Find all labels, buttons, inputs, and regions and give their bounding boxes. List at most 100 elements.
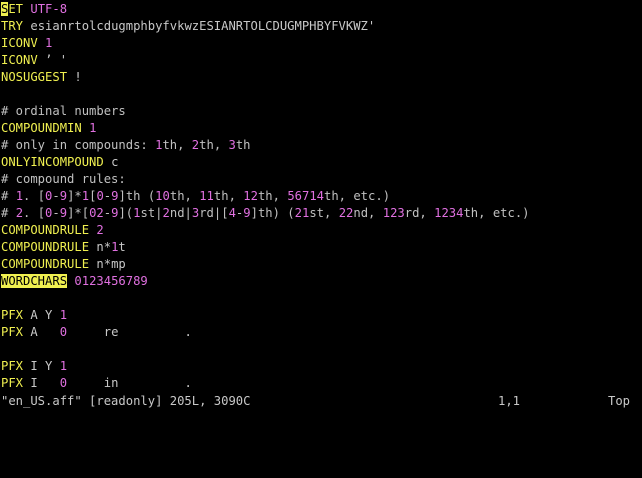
text-token: 12 xyxy=(243,189,258,203)
text-token: 02 xyxy=(89,206,104,220)
text-token: 0 xyxy=(59,376,68,390)
status-file-info: "en_US.aff" [readonly] 205L, 3090C xyxy=(1,394,251,408)
text-token: esianrtolcdugmphbyfvkwzESIANRTOLCDUGMPHB… xyxy=(23,19,376,33)
editor-line[interactable]: COMPOUNDRULE 2 xyxy=(1,222,104,239)
terminal-window[interactable]: SET UTF-8 TRY esianrtolcdugmphbyfvkwzESIA… xyxy=(0,0,642,410)
text-token: 1 xyxy=(59,308,68,322)
text-token: COMPOUNDRULE xyxy=(1,240,90,254)
text-token: t xyxy=(118,240,126,254)
text-token: 9 xyxy=(59,189,68,203)
editor-line[interactable]: SET UTF-8 xyxy=(1,1,67,18)
editor-line[interactable]: WORDCHARS 0123456789 xyxy=(1,273,148,290)
text-token: # xyxy=(1,206,16,220)
text-token: . [ xyxy=(23,189,46,203)
text-token: ONLYINCOMPOUND xyxy=(1,155,104,169)
text-token: TRY xyxy=(1,19,24,33)
text-token: 21 xyxy=(294,206,310,220)
text-token: 4 xyxy=(228,206,236,220)
text-token: ]*[ xyxy=(67,206,90,220)
text-token: 1 xyxy=(133,206,141,220)
text-token: st| xyxy=(140,206,163,220)
text-token: ]th) ( xyxy=(250,206,295,220)
text-token: COMPOUNDMIN xyxy=(1,121,82,135)
text-token: ET xyxy=(8,2,24,16)
text-token: ]th ( xyxy=(118,189,156,203)
text-token: th, etc.) xyxy=(324,189,391,203)
text-token: 1 xyxy=(45,36,53,50)
text-token: PFX xyxy=(1,376,24,390)
text-token: 1 xyxy=(15,189,24,203)
text-token: UTF-8 xyxy=(30,2,68,16)
editor-line[interactable]: COMPOUNDRULE n*mp xyxy=(1,256,126,273)
editor-line[interactable]: TRY esianrtolcdugmphbyfvkwzESIANRTOLCDUG… xyxy=(1,18,375,35)
editor-line[interactable]: NOSUGGEST ! xyxy=(1,69,82,86)
editor-line[interactable]: PFX A 0 re . xyxy=(1,324,192,341)
editor-line[interactable]: # compound rules: xyxy=(1,171,126,188)
text-token: 0123456789 xyxy=(74,274,148,288)
text-token: I xyxy=(23,376,60,390)
text-token: 9 xyxy=(59,206,68,220)
text-token: n*mp xyxy=(89,257,126,271)
text-token: in . xyxy=(67,376,192,390)
text-token: # ordinal numbers xyxy=(1,104,126,118)
text-token: c xyxy=(103,155,119,169)
text-token: PFX xyxy=(1,325,24,339)
cursor-position: 1,1 xyxy=(498,394,521,408)
editor-line[interactable]: COMPOUNDRULE n*1t xyxy=(1,239,126,256)
editor-line[interactable]: # 2. [0-9]*[02-9](1st|2nd|3rd|[4-9]th) (… xyxy=(1,205,530,222)
text-token: nd, xyxy=(353,206,383,220)
text-token: rd|[ xyxy=(199,206,229,220)
editor-line[interactable]: ICONV 1 xyxy=(1,35,52,52)
text-token: 2 xyxy=(96,223,104,237)
text-token: 9 xyxy=(243,206,251,220)
text-token: nd| xyxy=(169,206,192,220)
text-token: NOSUGGEST xyxy=(1,70,68,84)
text-token: 22 xyxy=(338,206,354,220)
editor-line[interactable]: ONLYINCOMPOUND c xyxy=(1,154,118,171)
editor-line[interactable]: # 1. [0-9]*1[0-9]th (10th, 11th, 12th, 5… xyxy=(1,188,390,205)
text-token: PFX xyxy=(1,308,24,322)
editor-line[interactable]: # only in compounds: 1th, 2th, 3th xyxy=(1,137,251,154)
text-token: ’ ' xyxy=(37,53,68,67)
text-token: ]( xyxy=(118,206,134,220)
text-token: st, xyxy=(309,206,339,220)
text-token: 0 xyxy=(59,325,68,339)
text-token: th, xyxy=(213,189,244,203)
text-token: n* xyxy=(89,240,112,254)
editor-line[interactable]: ICONV ’ ' xyxy=(1,52,67,69)
text-token: 1234 xyxy=(434,206,464,220)
text-token: - xyxy=(52,189,60,203)
editor-line[interactable]: # ordinal numbers xyxy=(1,103,126,120)
editor-line[interactable]: COMPOUNDMIN 1 xyxy=(1,120,96,137)
text-token: ]* xyxy=(67,189,82,203)
text-token: 2 xyxy=(15,206,24,220)
text-token: 1 xyxy=(81,189,90,203)
text-token: rd, xyxy=(404,206,435,220)
text-token: 1 xyxy=(89,121,97,135)
editor-line[interactable]: PFX I Y 1 xyxy=(1,358,67,375)
text-token: th, xyxy=(169,189,200,203)
text-token: 2 xyxy=(162,206,170,220)
text-token: 10 xyxy=(155,189,170,203)
status-line: "en_US.aff" [readonly] 205L, 3090C 1,1 T… xyxy=(0,393,642,410)
text-token: 3 xyxy=(228,138,236,152)
text-token: th, xyxy=(257,189,288,203)
editor-line[interactable]: PFX A Y 1 xyxy=(1,307,67,324)
text-token: 0 xyxy=(96,189,104,203)
text-token: re . xyxy=(67,325,192,339)
text-token: th, etc.) xyxy=(463,206,530,220)
text-token: I Y xyxy=(23,359,60,373)
editor-line[interactable]: PFX I 0 in . xyxy=(1,375,192,392)
text-token: A Y xyxy=(23,308,60,322)
text-token: A xyxy=(23,325,60,339)
search-highlight: WORDCHARS xyxy=(1,274,68,288)
text-token: 1 xyxy=(59,359,68,373)
text-token: 56714 xyxy=(287,189,324,203)
text-token: ICONV xyxy=(1,53,38,67)
text-token: th, xyxy=(162,138,192,152)
text-token: ICONV xyxy=(1,36,38,50)
text-token: . [ xyxy=(23,206,46,220)
text-token: ! xyxy=(67,70,82,84)
text-token: # only in compounds: xyxy=(1,138,156,152)
